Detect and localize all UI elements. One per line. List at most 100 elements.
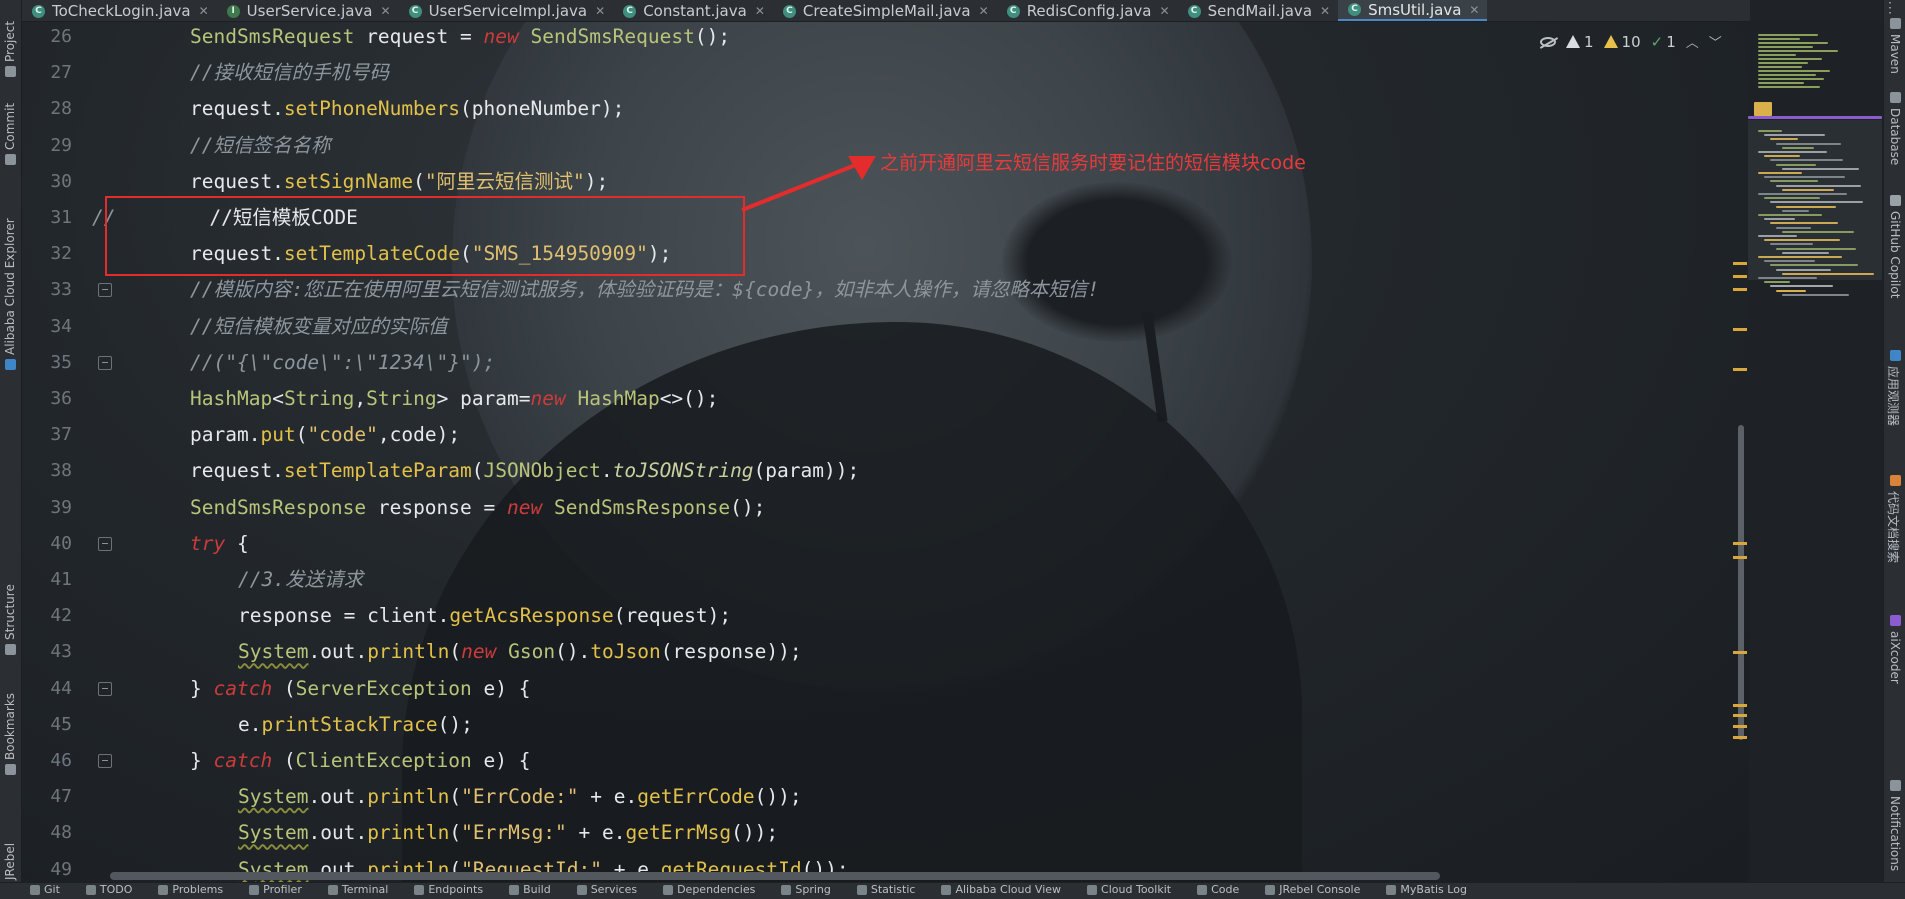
error-stripe-mark[interactable] [1733, 556, 1747, 559]
code-line[interactable]: //短信模板变量对应的实际值 [190, 309, 447, 345]
fold-marker-icon[interactable] [98, 754, 112, 768]
code-line[interactable]: } catch (ClientException e) { [190, 743, 530, 779]
vertical-scrollbar-thumb[interactable] [1738, 425, 1744, 740]
warning-count[interactable]: 10 [1603, 33, 1641, 51]
next-problem-chevron-down-icon[interactable]: ﹀ [1709, 32, 1722, 51]
error-stripe-mark[interactable] [1733, 651, 1747, 654]
toolwindow-build[interactable]: Build [509, 883, 551, 896]
error-stripe-mark[interactable] [1733, 714, 1747, 717]
error-stripe-mark[interactable] [1733, 542, 1747, 545]
tool-commit[interactable]: Commit [3, 103, 17, 150]
previous-problem-chevron-up-icon[interactable]: ︿ [1686, 32, 1699, 51]
fold-marker-icon[interactable] [98, 283, 112, 298]
fold-marker-icon[interactable] [98, 536, 112, 551]
tool-right-0[interactable]: Maven [1888, 34, 1902, 74]
tool-right-5[interactable]: aiXcoder [1888, 631, 1902, 684]
toolwindow-profiler[interactable]: Profiler [249, 883, 302, 896]
toolwindow-label: Dependencies [677, 883, 756, 896]
error-stripe-mark[interactable] [1733, 725, 1747, 728]
code-line[interactable]: request.setPhoneNumbers(phoneNumber); [190, 91, 624, 127]
toolwindow-git[interactable]: Git [30, 883, 60, 896]
left-tool-window-strip: Project Commit Alibaba Cloud Explorer Struc… [0, 0, 22, 899]
toolwindow-terminal[interactable]: Terminal [327, 883, 388, 896]
code-line[interactable]: SendSmsResponse response = new SendSmsRe… [190, 490, 765, 526]
tool-project[interactable]: Project [3, 21, 17, 62]
toolwindow-alibaba-cloud-view[interactable]: Alibaba Cloud View [941, 883, 1061, 896]
tool-right-3[interactable]: 应用观测器 [1885, 366, 1902, 426]
code-line[interactable]: } catch (ServerException e) { [190, 671, 530, 707]
problems-icon [158, 884, 169, 895]
inspection-widget[interactable]: 1 10 ✓ 1 ︿ ﹀ [1540, 32, 1722, 51]
close-icon[interactable]: ✕ [199, 4, 209, 18]
close-icon[interactable]: ✕ [595, 4, 605, 18]
tool-right-4[interactable]: 代码文档搜索 [1885, 491, 1902, 563]
error-count[interactable]: 1 [1566, 33, 1594, 51]
tab-smsutil[interactable]: C SmsUtil.java ✕ [1338, 0, 1488, 21]
code-line[interactable]: try { [190, 526, 249, 562]
tool-right-6[interactable]: Notifications [1888, 796, 1902, 871]
code-line[interactable]: request.setTemplateParam(JSONObject.toJS… [190, 453, 859, 489]
error-stripe-mark[interactable] [1733, 368, 1747, 371]
code-line[interactable]: SendSmsRequest request = new SendSmsRequ… [190, 19, 730, 55]
error-stripe-mark[interactable] [1733, 288, 1747, 291]
code-line[interactable]: //模版内容:您正在使用阿里云短信测试服务，体验验证码是：${code}，如非本… [190, 272, 1099, 308]
code-line[interactable]: //接收短信的手机号码 [190, 55, 389, 91]
toolwindow-dependencies[interactable]: Dependencies [663, 883, 755, 896]
toolwindow-mybatis-log[interactable]: MyBatis Log [1386, 883, 1467, 896]
code-line[interactable]: //("{\"code\":\"1234\"}"); [190, 345, 495, 381]
toolwindow-cloud-toolkit[interactable]: Cloud Toolkit [1087, 883, 1171, 896]
close-icon[interactable]: ✕ [979, 4, 989, 18]
close-icon[interactable]: ✕ [1160, 4, 1170, 18]
more-tabs-icon[interactable]: ⋮ [1883, 0, 1897, 16]
code-line[interactable]: HashMap<String,String> param=new HashMap… [190, 381, 718, 417]
fold-marker-icon[interactable] [98, 681, 112, 696]
tool-alibaba-cloud-explorer[interactable]: Alibaba Cloud Explorer [3, 218, 17, 355]
tool-bookmarks[interactable]: Bookmarks [3, 693, 17, 760]
error-stripe-mark[interactable] [1733, 275, 1747, 278]
error-stripe-mark[interactable] [1733, 736, 1747, 739]
code-line[interactable]: System.out.println(new Gson().toJson(res… [238, 634, 802, 670]
tool-structure[interactable]: Structure [3, 584, 17, 640]
code-line[interactable]: System.out.println("ErrCode:" + e.getErr… [238, 779, 802, 815]
error-stripe-mark[interactable] [1733, 262, 1747, 265]
toolwindow-label: Spring [795, 883, 831, 896]
toolwindow-statistic[interactable]: Statistic [856, 883, 915, 896]
code-line[interactable]: response = client.getAcsResponse(request… [238, 598, 731, 634]
horizontal-scrollbar-thumb[interactable] [110, 872, 1440, 880]
tab-tochecklogin[interactable]: C ToCheckLogin.java ✕ [22, 0, 217, 21]
tool-right-2[interactable]: GitHub Copilot [1888, 211, 1902, 298]
fold-marker-icon[interactable] [98, 355, 112, 370]
close-icon[interactable]: ✕ [1320, 4, 1330, 18]
reader-mode-icon[interactable] [1540, 36, 1556, 47]
toolwindow-endpoints[interactable]: Endpoints [414, 883, 483, 896]
error-stripe-mark[interactable] [1733, 328, 1747, 331]
code-line[interactable]: //3.发送请求 [238, 562, 363, 598]
minimap-line [1776, 289, 1806, 292]
toolwindow-spring[interactable]: Spring [781, 883, 831, 896]
toolwindow-services[interactable]: Services [576, 883, 637, 896]
code-minimap[interactable] [1748, 22, 1882, 882]
code-line[interactable]: System.out.println("ErrMsg:" + e.getErrM… [238, 815, 778, 851]
code-line[interactable]: param.put("code",code); [190, 417, 460, 453]
tab-sendmail[interactable]: C SendMail.java ✕ [1178, 0, 1339, 21]
code-line[interactable]: e.printStackTrace(); [238, 707, 473, 743]
code-line[interactable]: request.setSignName("阿里云短信测试"); [190, 164, 608, 200]
toolwindow-jrebel-console[interactable]: JRebel Console [1265, 883, 1360, 896]
tab-userserviceimpl[interactable]: C UserServiceImpl.java ✕ [399, 0, 614, 21]
tool-right-1[interactable]: Database [1888, 108, 1902, 165]
tab-userservice[interactable]: I UserService.java ✕ [217, 0, 399, 21]
tab-redisconfig[interactable]: C RedisConfig.java ✕ [997, 0, 1178, 21]
close-icon[interactable]: ✕ [381, 4, 391, 18]
toolwindow-code[interactable]: Code [1197, 883, 1239, 896]
ok-count[interactable]: ✓ 1 [1651, 33, 1676, 51]
tab-createsimplemail[interactable]: C CreateSimpleMail.java ✕ [773, 0, 997, 21]
tool-jrebel[interactable]: JRebel [3, 843, 17, 880]
close-icon[interactable]: ✕ [1469, 3, 1479, 17]
toolwindow-todo[interactable]: TODO [85, 883, 132, 896]
error-stripe-mark[interactable] [1733, 704, 1747, 707]
toolwindow-problems[interactable]: Problems [158, 883, 223, 896]
code-line[interactable]: //短信签名名称 [190, 128, 330, 164]
close-icon[interactable]: ✕ [755, 4, 765, 18]
tab-constant[interactable]: C Constant.java ✕ [613, 0, 773, 21]
